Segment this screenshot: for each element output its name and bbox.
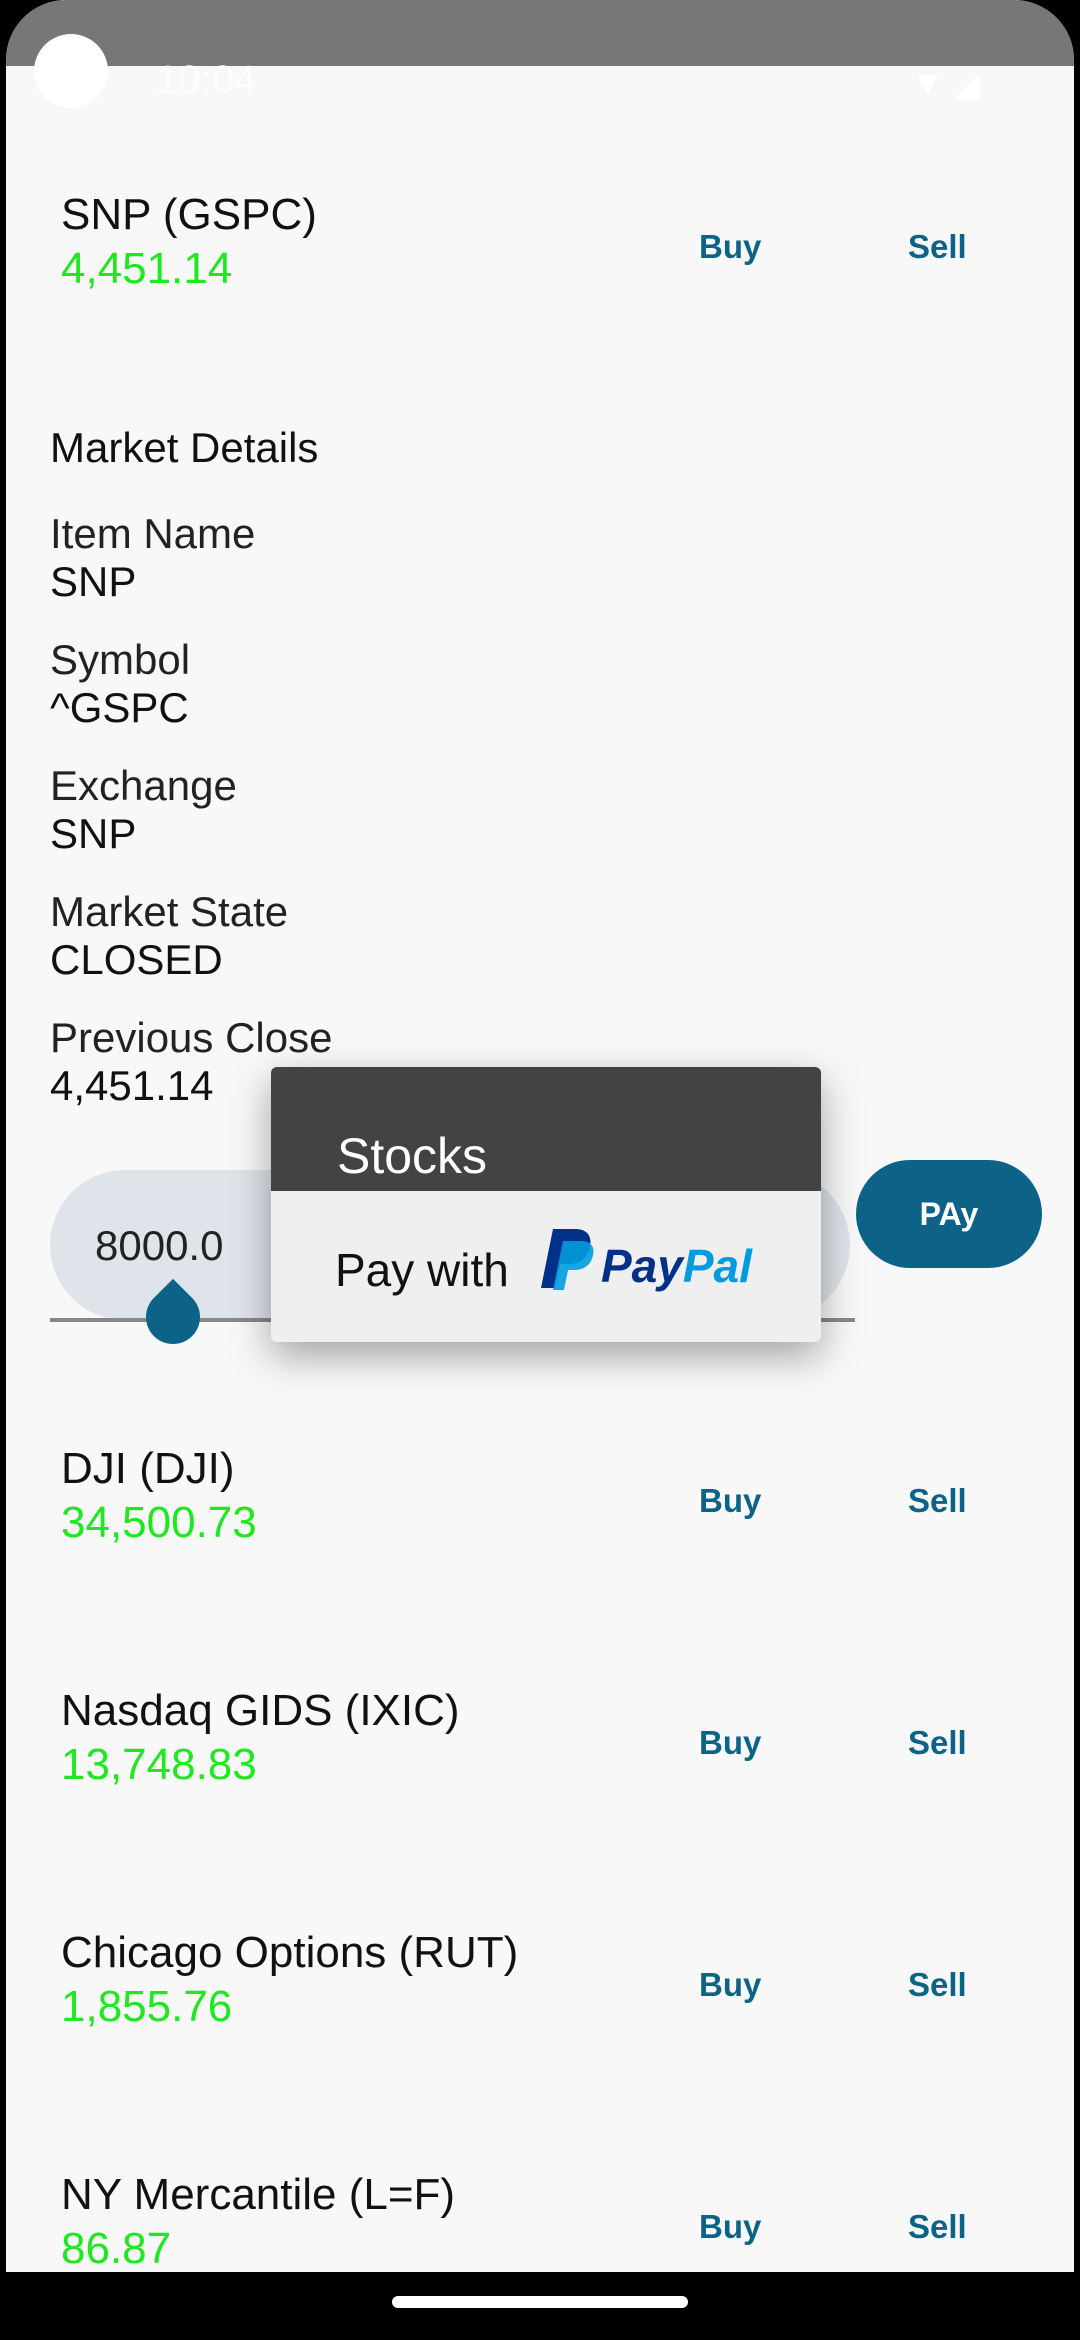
item-name-label: Item Name <box>50 510 256 557</box>
dialog-title: Stocks <box>337 1128 488 1184</box>
buy-button[interactable]: Buy <box>699 228 761 266</box>
stock-row: Chicago Options (RUT) 1,855.76 Buy Sell <box>6 1928 1074 2058</box>
status-bar <box>6 0 1074 66</box>
app-screen: 10:04 ▼ ◢ SNP (GSPC) 4,451.14 Buy Sell M… <box>6 0 1074 2330</box>
previous-close-label: Previous Close <box>50 1014 333 1061</box>
paypal-wordmark-pal: Pal <box>682 1240 752 1292</box>
stock-price: 34,500.73 <box>61 1498 257 1547</box>
paypal-logo-icon <box>541 1229 594 1290</box>
stock-price: 13,748.83 <box>61 1740 257 1789</box>
home-indicator[interactable] <box>392 2296 688 2308</box>
sell-button[interactable]: Sell <box>908 2208 967 2246</box>
stock-name: DJI (DJI) <box>61 1444 235 1493</box>
buy-button[interactable]: Buy <box>699 2208 761 2246</box>
buy-button[interactable]: Buy <box>699 1966 761 2004</box>
stock-name: Nasdaq GIDS (IXIC) <box>61 1686 460 1735</box>
symbol-value: ^GSPC <box>50 684 189 731</box>
paypal-wordmark: PayPal <box>601 1239 752 1293</box>
buy-button[interactable]: Buy <box>699 1482 761 1520</box>
exchange-label: Exchange <box>50 762 237 809</box>
sell-button[interactable]: Sell <box>908 228 967 266</box>
status-time: 10:04 <box>156 58 257 102</box>
dialog-header: Stocks <box>271 1067 821 1191</box>
amount-value[interactable]: 8000.0 <box>95 1222 223 1270</box>
stock-name: Chicago Options (RUT) <box>61 1928 519 1977</box>
market-state-value: CLOSED <box>50 936 223 983</box>
buy-button[interactable]: Buy <box>699 1724 761 1762</box>
pay-with-paypal-option[interactable]: Pay with PayPal <box>271 1191 821 1342</box>
market-details: Market Details Item Name SNP Symbol ^GSP… <box>50 424 332 1140</box>
exchange-value: SNP <box>50 810 137 857</box>
symbol-label: Symbol <box>50 636 191 683</box>
sell-button[interactable]: Sell <box>908 1482 967 1520</box>
sell-button[interactable]: Sell <box>908 1966 967 2004</box>
wifi-icon: ▼ <box>911 64 945 102</box>
stock-row: DJI (DJI) 34,500.73 Buy Sell <box>6 1444 1074 1574</box>
market-details-title: Market Details <box>50 424 319 471</box>
stock-row: Nasdaq GIDS (IXIC) 13,748.83 Buy Sell <box>6 1686 1074 1816</box>
market-state-label: Market State <box>50 888 289 935</box>
payment-dialog: Stocks Pay with PayPal <box>271 1067 821 1342</box>
stock-price: 4,451.14 <box>61 244 233 293</box>
sell-button[interactable]: Sell <box>908 1724 967 1762</box>
stock-price: 86.87 <box>61 2224 172 2273</box>
paypal-wordmark-pay: Pay <box>601 1240 683 1292</box>
pay-with-label: Pay with <box>335 1244 509 1296</box>
stock-price: 1,855.76 <box>61 1982 233 2031</box>
stock-name: SNP (GSPC) <box>61 190 317 239</box>
item-name-value: SNP <box>50 558 137 605</box>
pay-button[interactable]: PAy <box>856 1160 1042 1268</box>
stock-row: SNP (GSPC) 4,451.14 Buy Sell <box>6 190 1074 320</box>
stock-name: NY Mercantile (L=F) <box>61 2170 456 2219</box>
signal-icon: ◢ <box>954 65 981 103</box>
camera-cutout <box>34 34 108 108</box>
